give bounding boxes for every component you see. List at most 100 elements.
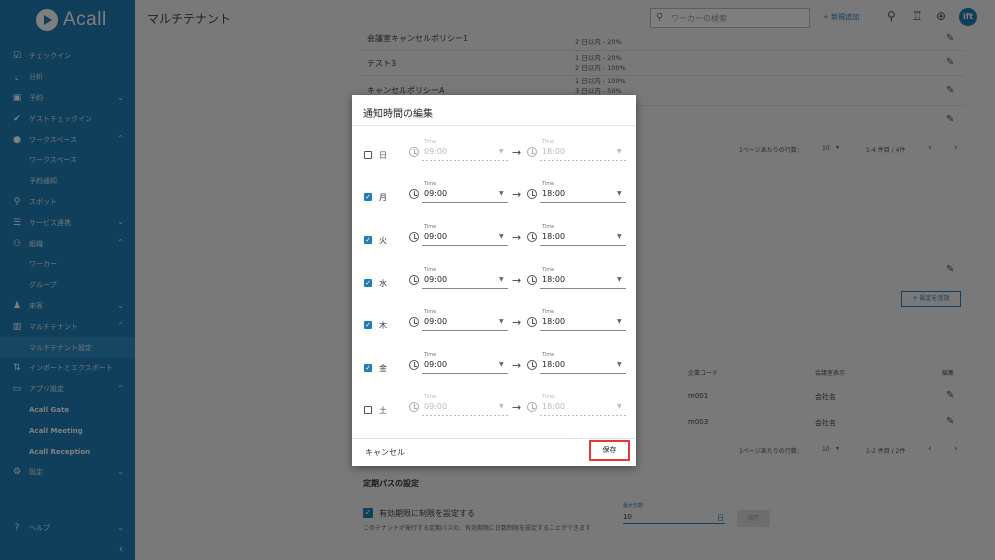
end-time-underline — [540, 245, 626, 246]
day-label: 金 — [379, 364, 387, 373]
clock-icon — [527, 232, 537, 242]
caret-down-icon[interactable]: ▼ — [499, 233, 504, 240]
caret-down-icon[interactable]: ▼ — [499, 148, 504, 155]
end-time-label: Time — [542, 309, 555, 315]
day-row: 日 Time 09:00 ▼ → Time 18:00 ▼ — [352, 133, 636, 173]
end-time-label: Time — [542, 394, 555, 400]
start-time-label: Time — [424, 352, 437, 358]
clock-icon — [409, 232, 419, 242]
day-label: 水 — [379, 279, 387, 288]
day-label: 土 — [379, 406, 387, 415]
end-time-underline — [540, 202, 626, 203]
arrow-right-icon: → — [512, 274, 522, 287]
clock-icon — [527, 275, 537, 285]
cancel-button[interactable]: キャンセル — [365, 447, 405, 458]
end-time-value[interactable]: 18:00 — [542, 275, 565, 284]
day-checkbox[interactable]: ✓ — [364, 236, 372, 244]
divider — [352, 125, 636, 126]
start-time-value[interactable]: 09:00 — [424, 189, 447, 198]
end-time-value[interactable]: 18:00 — [542, 402, 565, 411]
clock-icon — [409, 402, 419, 412]
start-time-underline — [422, 373, 508, 374]
clock-icon — [527, 317, 537, 327]
day-checkbox[interactable]: ✓ — [364, 279, 372, 287]
clock-icon — [527, 360, 537, 370]
end-time-value[interactable]: 18:00 — [542, 147, 565, 156]
day-checkbox[interactable] — [364, 406, 372, 414]
start-time-value[interactable]: 09:00 — [424, 232, 447, 241]
clock-icon — [409, 360, 419, 370]
arrow-right-icon: → — [512, 231, 522, 244]
caret-down-icon[interactable]: ▼ — [617, 190, 622, 197]
end-time-value[interactable]: 18:00 — [542, 189, 565, 198]
day-label: 木 — [379, 321, 387, 330]
clock-icon — [409, 275, 419, 285]
day-row: ✓ 水 Time 09:00 ▼ → Time 18:00 ▼ — [352, 261, 636, 301]
clock-icon — [409, 189, 419, 199]
start-time-underline — [422, 160, 508, 161]
caret-down-icon[interactable]: ▼ — [617, 403, 622, 410]
day-row: ✓ 木 Time 09:00 ▼ → Time 18:00 ▼ — [352, 303, 636, 343]
caret-down-icon[interactable]: ▼ — [617, 318, 622, 325]
end-time-value[interactable]: 18:00 — [542, 360, 565, 369]
end-time-underline — [540, 415, 626, 416]
clock-icon — [409, 317, 419, 327]
end-time-value[interactable]: 18:00 — [542, 317, 565, 326]
end-time-label: Time — [542, 267, 555, 273]
clock-icon — [527, 402, 537, 412]
start-time-underline — [422, 202, 508, 203]
day-row: ✓ 月 Time 09:00 ▼ → Time 18:00 ▼ — [352, 175, 636, 215]
caret-down-icon[interactable]: ▼ — [499, 403, 504, 410]
day-checkbox[interactable]: ✓ — [364, 321, 372, 329]
start-time-value[interactable]: 09:00 — [424, 402, 447, 411]
caret-down-icon[interactable]: ▼ — [617, 148, 622, 155]
start-time-label: Time — [424, 224, 437, 230]
end-time-underline — [540, 160, 626, 161]
start-time-label: Time — [424, 309, 437, 315]
arrow-right-icon: → — [512, 359, 522, 372]
caret-down-icon[interactable]: ▼ — [499, 361, 504, 368]
start-time-value[interactable]: 09:00 — [424, 317, 447, 326]
arrow-right-icon: → — [512, 316, 522, 329]
divider — [352, 438, 636, 439]
end-time-label: Time — [542, 181, 555, 187]
day-label: 日 — [379, 151, 387, 160]
clock-icon — [409, 147, 419, 157]
start-time-underline — [422, 245, 508, 246]
day-checkbox[interactable]: ✓ — [364, 193, 372, 201]
end-time-value[interactable]: 18:00 — [542, 232, 565, 241]
caret-down-icon[interactable]: ▼ — [617, 276, 622, 283]
start-time-value[interactable]: 09:00 — [424, 360, 447, 369]
caret-down-icon[interactable]: ▼ — [499, 318, 504, 325]
day-row: ✓ 火 Time 09:00 ▼ → Time 18:00 ▼ — [352, 218, 636, 258]
caret-down-icon[interactable]: ▼ — [499, 276, 504, 283]
start-time-label: Time — [424, 181, 437, 187]
edit-notification-time-dialog: 通知時間の編集 日 Time 09:00 ▼ → Time 18:00 ▼ ✓ 月 Time 09:0… — [352, 95, 636, 466]
start-time-label: Time — [424, 394, 437, 400]
end-time-underline — [540, 330, 626, 331]
day-checkbox[interactable]: ✓ — [364, 364, 372, 372]
day-label: 月 — [379, 193, 387, 202]
day-row: 土 Time 09:00 ▼ → Time 18:00 ▼ — [352, 388, 636, 428]
dialog-title: 通知時間の編集 — [363, 109, 433, 120]
end-time-label: Time — [542, 139, 555, 145]
start-time-value[interactable]: 09:00 — [424, 147, 447, 156]
day-label: 火 — [379, 236, 387, 245]
save-button[interactable]: 保存 — [589, 440, 630, 461]
arrow-right-icon: → — [512, 401, 522, 414]
caret-down-icon[interactable]: ▼ — [617, 361, 622, 368]
arrow-right-icon: → — [512, 188, 522, 201]
day-checkbox[interactable] — [364, 151, 372, 159]
end-time-underline — [540, 288, 626, 289]
arrow-right-icon: → — [512, 146, 522, 159]
clock-icon — [527, 189, 537, 199]
caret-down-icon[interactable]: ▼ — [499, 190, 504, 197]
end-time-underline — [540, 373, 626, 374]
clock-icon — [527, 147, 537, 157]
caret-down-icon[interactable]: ▼ — [617, 233, 622, 240]
start-time-underline — [422, 330, 508, 331]
end-time-label: Time — [542, 352, 555, 358]
start-time-value[interactable]: 09:00 — [424, 275, 447, 284]
day-row: ✓ 金 Time 09:00 ▼ → Time 18:00 ▼ — [352, 346, 636, 386]
start-time-underline — [422, 415, 508, 416]
